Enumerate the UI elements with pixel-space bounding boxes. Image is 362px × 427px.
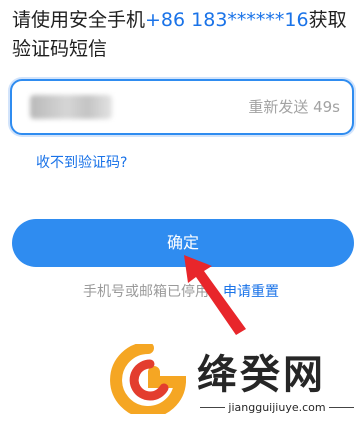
no-code-help-link[interactable]: 收不到验证码?: [36, 152, 127, 172]
watermark-title: 绛癸网: [197, 352, 326, 398]
watermark-url-text: jiangguijiuye.com: [228, 401, 326, 414]
masked-phone-number: +86 183******16: [145, 9, 309, 31]
red-arrow-icon: [184, 255, 246, 335]
watermark-url: jiangguijiuye.com: [197, 401, 357, 414]
sms-prompt: 请使用安全手机+86 183******16获取验证码短信: [12, 6, 352, 64]
blurred-code-value: [30, 95, 112, 119]
resend-code-button[interactable]: 重新发送 49s: [248, 96, 340, 117]
verification-code-input[interactable]: 重新发送 49s: [10, 79, 354, 135]
confirm-button[interactable]: 确定: [12, 219, 354, 267]
reset-prompt: 手机号或邮箱已停用 申请重置: [0, 281, 362, 301]
jianggui-logo-icon: [110, 344, 186, 414]
prompt-prefix: 请使用安全手机: [12, 9, 146, 31]
